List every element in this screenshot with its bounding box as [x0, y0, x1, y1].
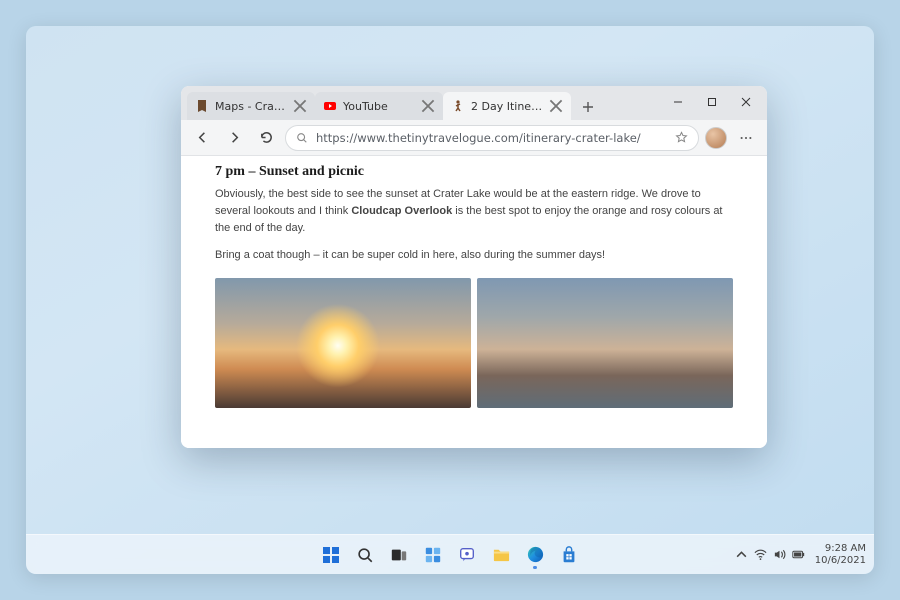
- taskbar: 9:28 AM 10/6/2021: [26, 534, 874, 574]
- address-bar[interactable]: https://www.thetinytravelogue.com/itiner…: [285, 125, 699, 151]
- tray-chevron-icon[interactable]: [735, 548, 748, 561]
- start-button[interactable]: [319, 543, 343, 567]
- tab-label: 2 Day Itinerary: [471, 100, 543, 113]
- battery-icon[interactable]: [792, 548, 805, 561]
- minimize-button[interactable]: [661, 90, 695, 114]
- sunset-photo-2: [477, 278, 733, 408]
- widgets-button[interactable]: [421, 543, 445, 567]
- file-explorer-button[interactable]: [489, 543, 513, 567]
- browser-toolbar: https://www.thetinytravelogue.com/itiner…: [181, 120, 767, 156]
- edge-button[interactable]: [523, 543, 547, 567]
- tab-close-icon[interactable]: [293, 99, 307, 113]
- article-heading: 7 pm – Sunset and picnic: [215, 164, 733, 180]
- refresh-button[interactable]: [253, 125, 279, 151]
- photo-row: [215, 278, 733, 408]
- tab-maps[interactable]: Maps - Crater Lake: [187, 92, 315, 120]
- wifi-icon[interactable]: [754, 548, 767, 561]
- tab-itinerary[interactable]: 2 Day Itinerary: [443, 92, 571, 120]
- tab-label: Maps - Crater Lake: [215, 100, 287, 113]
- nps-favicon: [195, 99, 209, 113]
- clock-time: 9:28 AM: [815, 543, 866, 555]
- sunset-photo-1: [215, 278, 471, 408]
- search-icon: [296, 132, 308, 144]
- close-button[interactable]: [729, 90, 763, 114]
- task-view-button[interactable]: [387, 543, 411, 567]
- tab-strip: Maps - Crater Lake YouTube: [181, 86, 767, 120]
- window-controls: [661, 90, 763, 114]
- youtube-favicon: [323, 99, 337, 113]
- system-tray: 9:28 AM 10/6/2021: [735, 543, 866, 566]
- address-url: https://www.thetinytravelogue.com/itiner…: [316, 131, 667, 145]
- page-content: 7 pm – Sunset and picnic Obviously, the …: [181, 156, 767, 448]
- desktop-wallpaper: Maps - Crater Lake YouTube: [26, 26, 874, 574]
- volume-icon[interactable]: [773, 548, 786, 561]
- more-menu-button[interactable]: [733, 125, 759, 151]
- browser-window: Maps - Crater Lake YouTube: [181, 86, 767, 448]
- hiker-favicon: [451, 99, 465, 113]
- article-paragraph-2: Bring a coat though – it can be super co…: [215, 247, 733, 264]
- taskbar-center-icons: [319, 543, 581, 567]
- chat-button[interactable]: [455, 543, 479, 567]
- profile-avatar[interactable]: [705, 127, 727, 149]
- tab-label: YouTube: [343, 100, 415, 113]
- back-button[interactable]: [189, 125, 215, 151]
- maximize-button[interactable]: [695, 90, 729, 114]
- tab-youtube[interactable]: YouTube: [315, 92, 443, 120]
- clock-date: 10/6/2021: [815, 555, 866, 567]
- taskbar-clock[interactable]: 9:28 AM 10/6/2021: [815, 543, 866, 566]
- new-tab-button[interactable]: [575, 94, 601, 120]
- tab-close-icon[interactable]: [549, 99, 563, 113]
- article-paragraph-1: Obviously, the best side to see the suns…: [215, 186, 733, 237]
- forward-button[interactable]: [221, 125, 247, 151]
- tab-close-icon[interactable]: [421, 99, 435, 113]
- search-button[interactable]: [353, 543, 377, 567]
- favorite-icon[interactable]: [675, 131, 688, 144]
- store-button[interactable]: [557, 543, 581, 567]
